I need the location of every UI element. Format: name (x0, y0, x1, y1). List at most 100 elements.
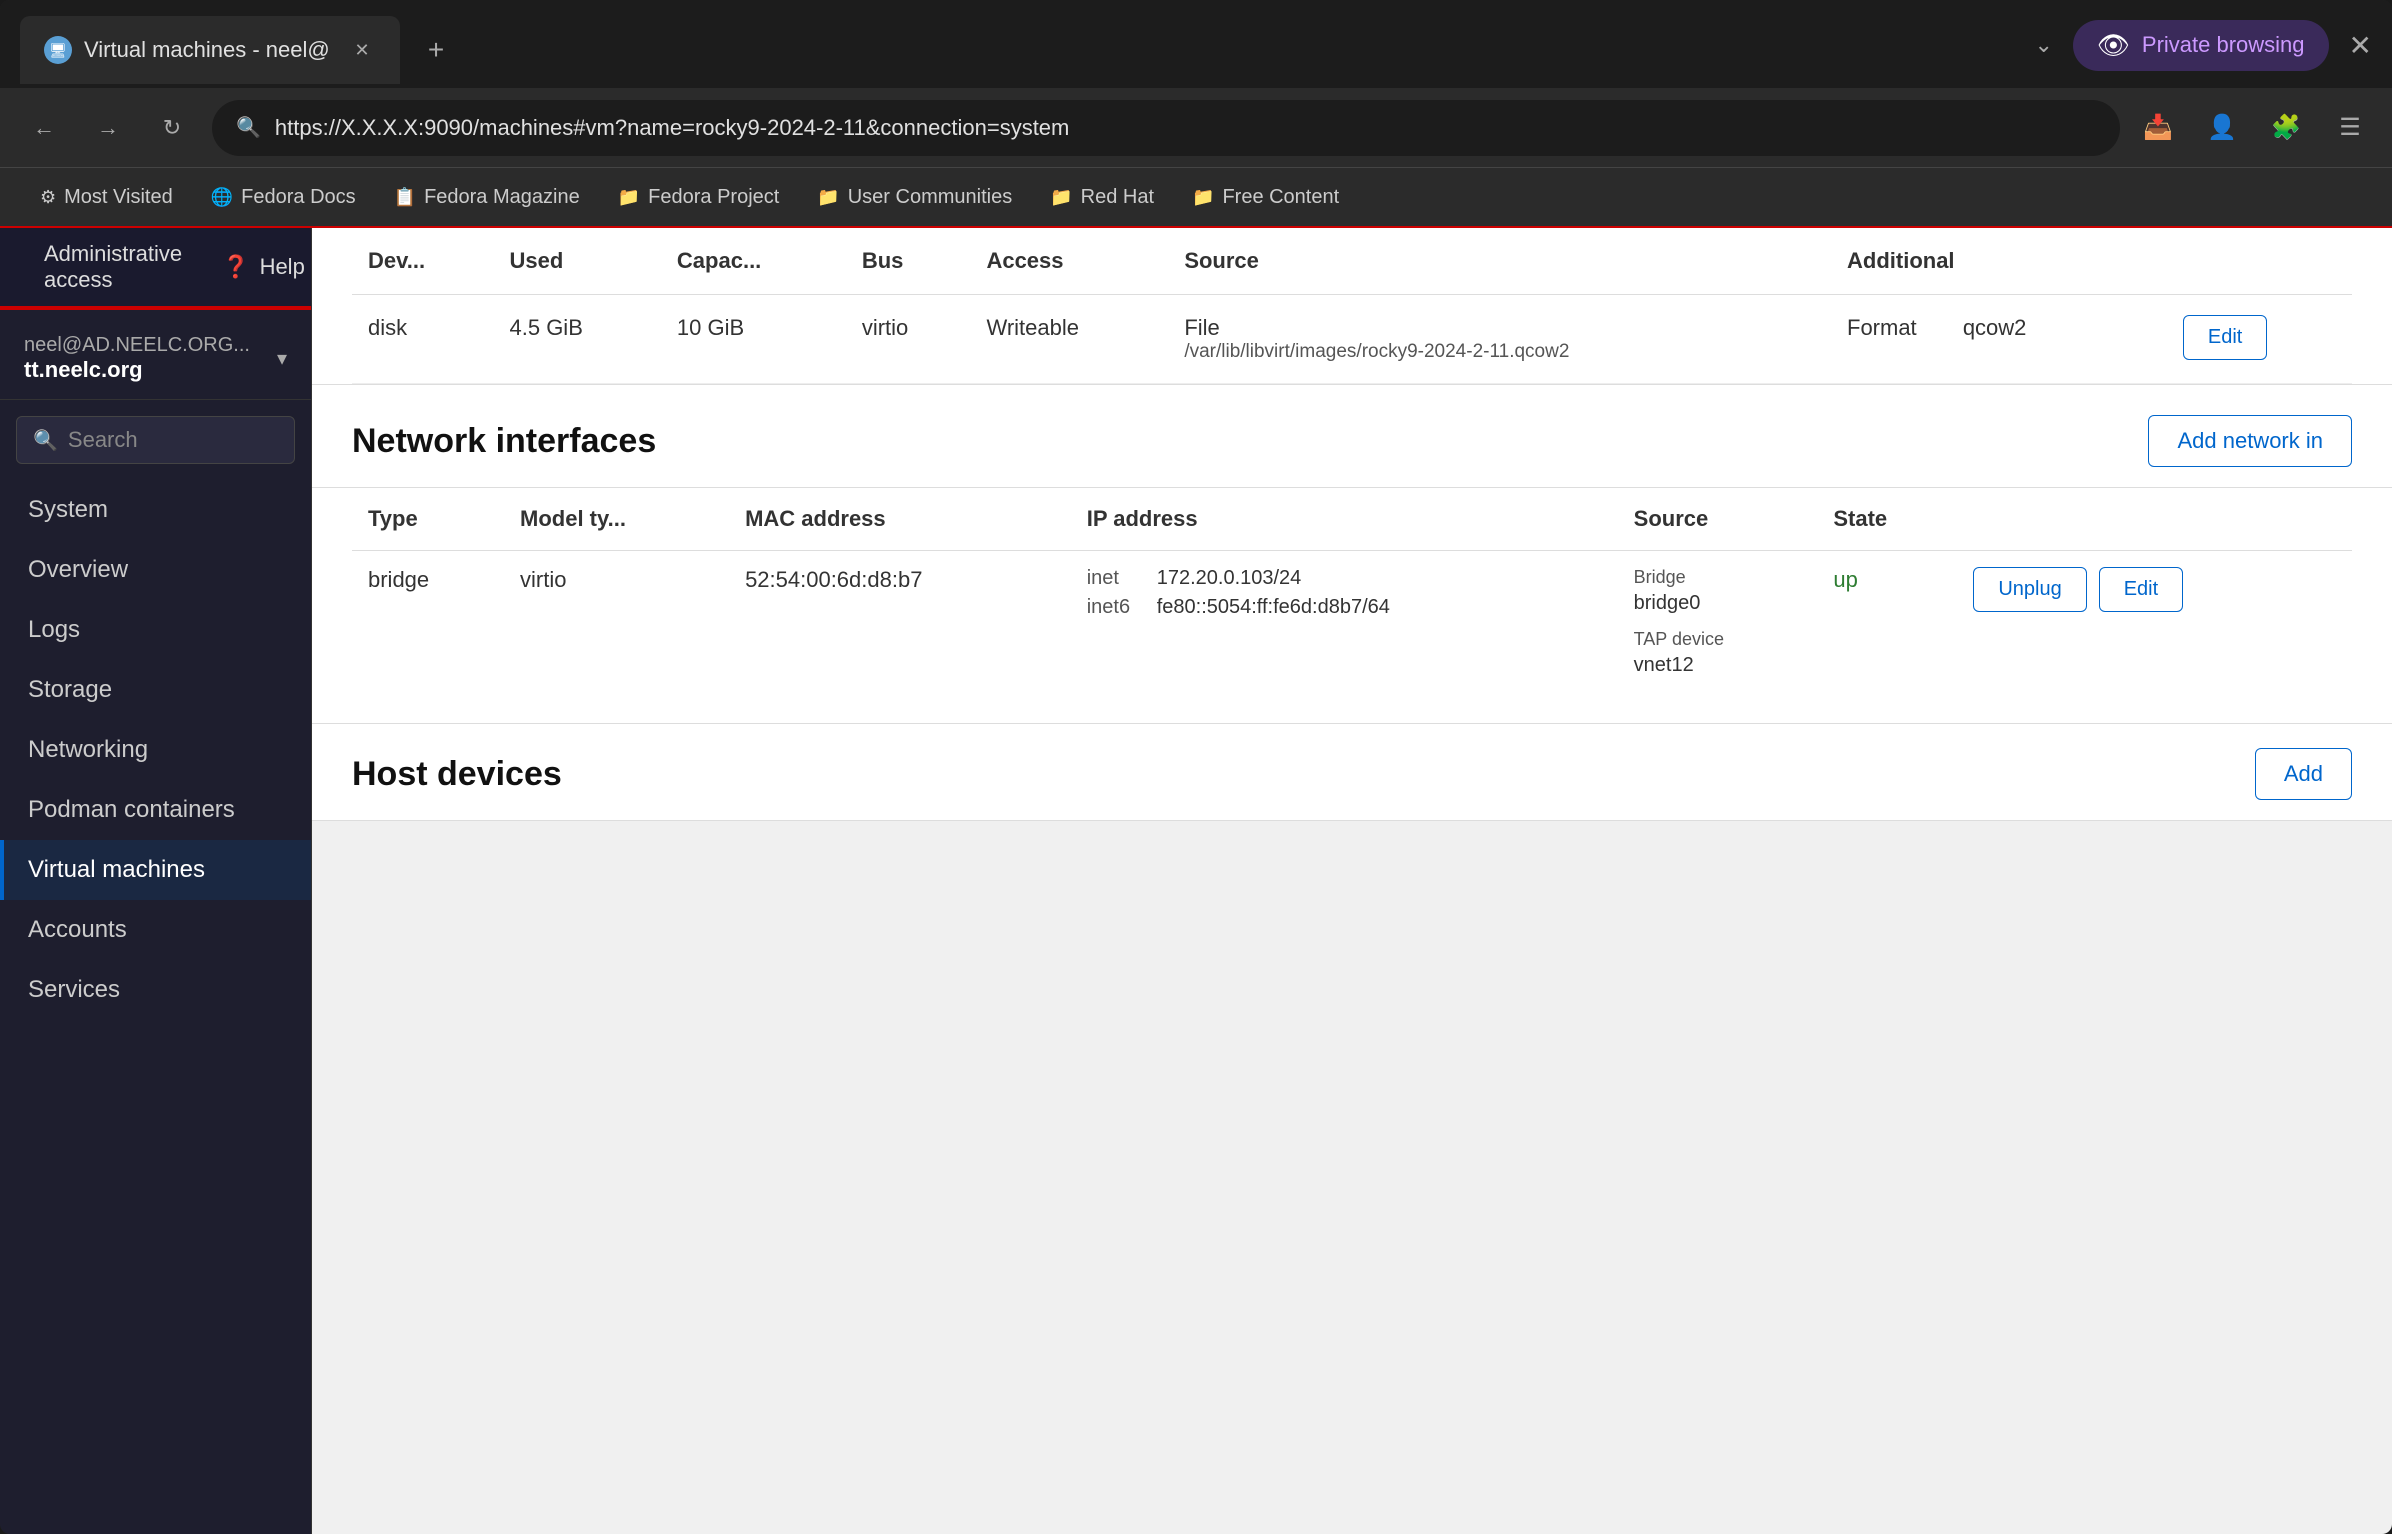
bookmarks-bar: ⚙ Most Visited 🌐 Fedora Docs 📋 Fedora Ma… (0, 168, 2392, 228)
net-col-type: Type (352, 488, 504, 551)
sidebar-item-logs[interactable]: Logs (0, 600, 311, 660)
bookmark-fedora-magazine[interactable]: 📋 Fedora Magazine (378, 178, 596, 217)
folder-icon-3: 📁 (1050, 187, 1072, 208)
folder-icon-2: 📁 (817, 187, 839, 208)
sidebar-item-services[interactable]: Services (0, 960, 311, 1020)
folder-icon-4: 📁 (1192, 187, 1214, 208)
net-mac: 52:54:00:6d:d8:b7 (729, 551, 1071, 694)
ip-type-2: inet6 (1087, 596, 1147, 619)
col-additional: Additional (1831, 228, 2167, 295)
disk-used: 4.5 GiB (494, 295, 661, 384)
col-capacity: Capac... (661, 228, 846, 295)
col-device: Dev... (352, 228, 494, 295)
tab-title: Virtual machines - neel@ (84, 37, 336, 63)
net-unplug-button[interactable]: Unplug (1973, 567, 2086, 612)
net-state: up (1817, 551, 1957, 694)
disk-additional-key: Format (1847, 315, 1917, 340)
disk-edit-button[interactable]: Edit (2183, 315, 2267, 360)
network-row: bridge virtio 52:54:00:6d:d8:b7 inet 172… (352, 551, 2352, 694)
net-source: Bridge bridge0 TAP device (1618, 551, 1818, 694)
gear-icon: ⚙ (40, 187, 56, 208)
source-tap-value: vnet12 (1634, 654, 1694, 677)
net-col-ip: IP address (1071, 488, 1618, 551)
new-tab-button[interactable]: + (410, 24, 462, 76)
sidebar-search-icon: 🔍 (33, 428, 58, 453)
source-tap-label: TAP device (1634, 629, 1724, 650)
col-bus: Bus (846, 228, 971, 295)
host-devices-section: Host devices Add (312, 724, 2392, 821)
tab-close-button[interactable]: ✕ (348, 36, 376, 64)
sidebar-item-virtual-machines[interactable]: Virtual machines (0, 840, 311, 900)
sidebar-item-networking[interactable]: Networking (0, 720, 311, 780)
add-network-button[interactable]: Add network in (2148, 415, 2352, 467)
globe-icon: 🌐 (211, 187, 233, 208)
bookmark-free-content[interactable]: 📁 Free Content (1176, 178, 1355, 217)
disk-source: File /var/lib/libvirt/images/rocky9-2024… (1168, 295, 1831, 384)
disk-table: Dev... Used Capac... Bus Access Source A… (352, 228, 2352, 384)
bookmark-user-communities[interactable]: 📁 User Communities (801, 178, 1028, 217)
main-content: Dev... Used Capac... Bus Access Source A… (312, 228, 2392, 1534)
ip-addr-2: fe80::5054:ff:fe6d:d8b7/64 (1157, 596, 1390, 619)
host-devices-title: Host devices (352, 755, 2255, 794)
reload-button[interactable]: ↻ (148, 104, 196, 152)
bookmark-fedora-project[interactable]: 📁 Fedora Project (602, 178, 796, 217)
disk-actions: Edit (2167, 295, 2352, 384)
ip-type-1: inet (1087, 567, 1147, 590)
close-browser-button[interactable]: ✕ (2349, 29, 2372, 62)
net-model: virtio (504, 551, 729, 694)
host-devices-header: Host devices Add (312, 724, 2392, 820)
forward-button[interactable]: → (84, 104, 132, 152)
ip-addr-1: 172.20.0.103/24 (1157, 567, 1302, 590)
net-edit-button[interactable]: Edit (2099, 567, 2183, 612)
private-browsing-button[interactable]: 👁 Private browsing (2073, 20, 2329, 71)
account-icon[interactable]: 👤 (2200, 106, 2244, 150)
tab-favicon: 🖥 (44, 36, 72, 64)
folder-icon: 📁 (618, 187, 640, 208)
disk-additional-value: qcow2 (1963, 315, 2027, 340)
user-dropdown-button[interactable]: ▾ (277, 346, 287, 371)
net-col-state: State (1817, 488, 1957, 551)
disk-additional: Format qcow2 (1831, 295, 2167, 384)
network-section: Network interfaces Add network in Type M… (312, 385, 2392, 724)
sidebar-user-info: neel@AD.NEELC.ORG... tt.neelc.org ▾ (0, 310, 311, 400)
menu-icon[interactable]: ☰ (2328, 106, 2372, 150)
admin-access-label: Administrative access (44, 241, 182, 293)
disk-section: Dev... Used Capac... Bus Access Source A… (312, 228, 2392, 385)
sidebar-item-storage[interactable]: Storage (0, 660, 311, 720)
tab-list-dropdown[interactable]: ⌄ (2034, 32, 2052, 58)
add-host-device-button[interactable]: Add (2255, 748, 2352, 800)
disk-capacity: 10 GiB (661, 295, 846, 384)
sidebar-item-accounts[interactable]: Accounts (0, 900, 311, 960)
disk-row: disk 4.5 GiB 10 GiB virtio Writeable Fil… (352, 295, 2352, 384)
sidebar-nav: System Overview Logs Storage Networking … (0, 480, 311, 1020)
sidebar-item-system[interactable]: System (0, 480, 311, 540)
address-bar[interactable]: 🔍 https://X.X.X.X:9090/machines#vm?name=… (212, 100, 2120, 156)
network-section-header: Network interfaces Add network in (312, 385, 2392, 488)
extensions-icon[interactable]: 🧩 (2264, 106, 2308, 150)
disk-access: Writeable (970, 295, 1168, 384)
disk-device: disk (352, 295, 494, 384)
net-type: bridge (352, 551, 504, 694)
col-actions (2167, 228, 2352, 295)
bookmark-red-hat[interactable]: 📁 Red Hat (1034, 178, 1170, 217)
sidebar-search-box[interactable]: 🔍 (16, 416, 295, 464)
net-col-actions (1957, 488, 2352, 551)
private-browsing-label: Private browsing (2142, 32, 2305, 58)
disk-bus: virtio (846, 295, 971, 384)
net-col-mac: MAC address (729, 488, 1071, 551)
col-access: Access (970, 228, 1168, 295)
bookmark-fedora-docs[interactable]: 🌐 Fedora Docs (195, 178, 372, 217)
col-source: Source (1168, 228, 1831, 295)
back-button[interactable]: ← (20, 104, 68, 152)
disk-source-type: File (1184, 315, 1815, 341)
net-col-model: Model ty... (504, 488, 729, 551)
user-domain: tt.neelc.org (24, 357, 267, 383)
pocket-icon[interactable]: 📥 (2136, 106, 2180, 150)
bookmark-most-visited[interactable]: ⚙ Most Visited (24, 178, 189, 217)
sidebar-item-overview[interactable]: Overview (0, 540, 311, 600)
sidebar: Administrative access ❓ Help ▾ ⚙ Session… (0, 228, 312, 1534)
col-used: Used (494, 228, 661, 295)
network-table: Type Model ty... MAC address IP address … (352, 488, 2352, 693)
sidebar-item-podman-containers[interactable]: Podman containers (0, 780, 311, 840)
active-tab[interactable]: 🖥 Virtual machines - neel@ ✕ (20, 16, 400, 84)
